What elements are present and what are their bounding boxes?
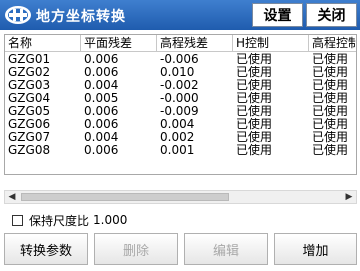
scroll-right-arrow-icon[interactable]: ▶	[342, 191, 356, 203]
cell-height-residual: -0.006	[160, 53, 199, 66]
cell-h-control: 已使用	[236, 131, 273, 144]
cell-plane-residual: 0.004	[84, 131, 119, 144]
table-row[interactable]: GZG01 0.006 -0.006 已使用 已使用	[5, 53, 356, 66]
cell-plane-residual: 0.004	[84, 79, 119, 92]
column-header-height-control[interactable]: 高程控制	[309, 35, 356, 52]
cell-height-residual: -0.009	[160, 105, 199, 118]
column-header-name[interactable]: 名称	[5, 35, 81, 52]
cell-h-control: 已使用	[236, 118, 273, 131]
cell-height-residual: -0.000	[160, 92, 199, 105]
table-row[interactable]: GZG05 0.006 -0.009 已使用 已使用	[5, 105, 356, 118]
keep-scale-row: 保持尺度比 1.000	[12, 212, 127, 228]
table-row[interactable]: GZG06 0.006 0.004 已使用 已使用	[5, 118, 356, 131]
cell-name: GZG01	[8, 53, 51, 66]
cell-name: GZG05	[8, 105, 51, 118]
table-row[interactable]: GZG03 0.004 -0.002 已使用 已使用	[5, 79, 356, 92]
hi-target-logo-icon	[5, 6, 31, 24]
cell-h-control: 已使用	[236, 66, 273, 79]
cell-height-residual: 0.002	[160, 131, 195, 144]
cell-plane-residual: 0.006	[84, 144, 119, 157]
keep-scale-label: 保持尺度比	[29, 213, 90, 228]
cell-height-control: 已使用	[312, 53, 349, 66]
convert-params-button[interactable]: 转换参数	[4, 233, 88, 265]
cell-height-control: 已使用	[312, 144, 349, 157]
cell-height-residual: 0.010	[160, 66, 195, 79]
scroll-left-arrow-icon[interactable]: ◀	[5, 191, 19, 203]
cell-name: GZG03	[8, 79, 51, 92]
horizontal-scrollbar[interactable]: ◀ ▶	[4, 190, 357, 204]
settings-button[interactable]: 设置	[252, 3, 303, 27]
cell-h-control: 已使用	[236, 92, 273, 105]
cell-plane-residual: 0.006	[84, 105, 119, 118]
title-bar: 地方坐标转换 设置 关闭	[0, 0, 360, 30]
cell-h-control: 已使用	[236, 105, 273, 118]
scale-value: 1.000	[93, 213, 128, 227]
cell-height-control: 已使用	[312, 79, 349, 92]
cell-h-control: 已使用	[236, 79, 273, 92]
edit-button[interactable]: 编辑	[184, 233, 268, 265]
table-row[interactable]: GZG04 0.005 -0.000 已使用 已使用	[5, 92, 356, 105]
column-header-height-residual[interactable]: 高程残差	[157, 35, 233, 52]
cell-name: GZG08	[8, 144, 51, 157]
add-button[interactable]: 增加	[274, 233, 357, 265]
cell-plane-residual: 0.005	[84, 92, 119, 105]
cell-height-control: 已使用	[312, 118, 349, 131]
cell-height-residual: -0.002	[160, 79, 199, 92]
cell-name: GZG04	[8, 92, 51, 105]
table-row[interactable]: GZG08 0.006 0.001 已使用 已使用	[5, 144, 356, 157]
window-title: 地方坐标转换	[36, 9, 126, 25]
cell-name: GZG06	[8, 118, 51, 131]
cell-h-control: 已使用	[236, 53, 273, 66]
cell-height-control: 已使用	[312, 105, 349, 118]
cell-height-control: 已使用	[312, 66, 349, 79]
delete-button[interactable]: 删除	[94, 233, 178, 265]
scrollbar-thumb[interactable]	[21, 193, 229, 201]
cell-plane-residual: 0.006	[84, 118, 119, 131]
cell-height-control: 已使用	[312, 92, 349, 105]
keep-scale-checkbox[interactable]	[12, 214, 23, 226]
cell-plane-residual: 0.006	[84, 53, 119, 66]
cell-name: GZG07	[8, 131, 51, 144]
cell-height-residual: 0.001	[160, 144, 195, 157]
close-button[interactable]: 关闭	[306, 3, 357, 27]
table-row[interactable]: GZG02 0.006 0.010 已使用 已使用	[5, 66, 356, 79]
cell-h-control: 已使用	[236, 144, 273, 157]
table-header: 名称 平面残差 高程残差 H控制 高程控制	[5, 35, 356, 52]
cell-name: GZG02	[8, 66, 51, 79]
cell-height-residual: 0.004	[160, 118, 195, 131]
column-header-plane-residual[interactable]: 平面残差	[81, 35, 157, 52]
residual-table: 名称 平面残差 高程残差 H控制 高程控制 GZG01 0.006 -0.006…	[4, 34, 357, 175]
column-header-h-control[interactable]: H控制	[233, 35, 309, 52]
cell-height-control: 已使用	[312, 131, 349, 144]
cell-plane-residual: 0.006	[84, 66, 119, 79]
table-row[interactable]: GZG07 0.004 0.002 已使用 已使用	[5, 131, 356, 144]
